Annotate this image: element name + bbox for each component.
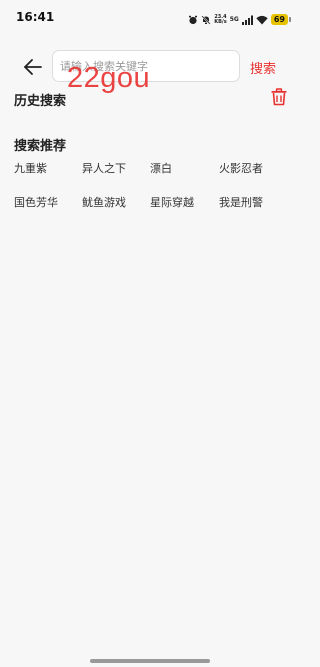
status-bar: 16:41 23.4 KB/s 5G 69 (0, 0, 300, 34)
recommend-item[interactable]: 火影忍者 (219, 160, 263, 176)
trash-icon[interactable] (270, 88, 288, 106)
search-button[interactable]: 搜索 (250, 58, 276, 77)
recommend-list: 九重紫 异人之下 漂白 火影忍者 国色芳华 鱿鱼游戏 星际穿越 我是刑警 (14, 160, 294, 228)
recommend-item[interactable]: 九重紫 (14, 160, 47, 176)
status-icons: 23.4 KB/s 5G 69 (188, 10, 292, 29)
recommend-item[interactable]: 我是刑警 (219, 194, 263, 210)
mute-bell-icon (201, 10, 211, 29)
status-time: 16:41 (16, 10, 55, 24)
alarm-icon (188, 10, 198, 29)
search-box (52, 50, 240, 82)
wifi-icon (256, 10, 268, 29)
home-indicator[interactable] (90, 659, 210, 663)
network-type: 5G (229, 16, 239, 23)
network-speed: 23.4 KB/s (214, 14, 227, 25)
recommend-item[interactable]: 星际穿越 (150, 194, 194, 210)
battery-level: 69 (270, 14, 292, 25)
network-speed-unit: KB/s (214, 18, 227, 25)
recommend-item[interactable]: 国色芳华 (14, 194, 58, 210)
history-title: 历史搜索 (14, 94, 67, 109)
recommend-row: 九重紫 异人之下 漂白 火影忍者 (14, 160, 294, 194)
back-arrow-icon[interactable] (22, 56, 44, 78)
recommend-item[interactable]: 漂白 (150, 160, 172, 176)
recommend-item[interactable]: 鱿鱼游戏 (82, 194, 126, 210)
recommend-title: 搜索推荐 (14, 139, 67, 154)
search-input[interactable] (53, 51, 239, 81)
signal-icon (241, 10, 253, 29)
search-bar: 搜索 (0, 50, 300, 84)
recommend-item[interactable]: 异人之下 (82, 160, 126, 176)
recommend-row: 国色芳华 鱿鱼游戏 星际穿越 我是刑警 (14, 194, 294, 228)
